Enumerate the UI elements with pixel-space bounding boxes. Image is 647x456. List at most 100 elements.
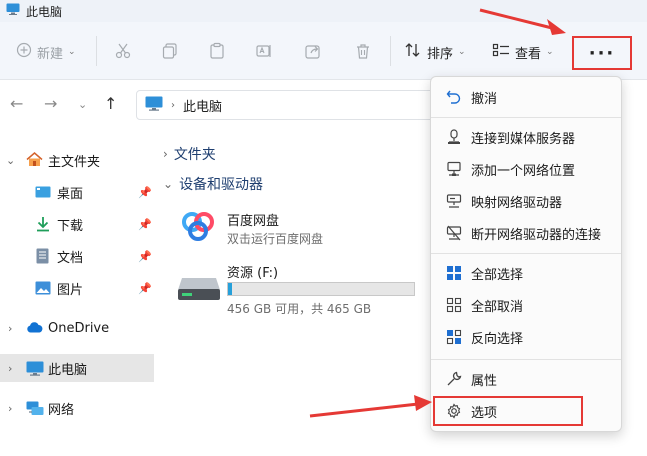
sidebar-item-downloads[interactable]: 下载 📌 [0,210,154,238]
computer-icon [26,361,44,380]
menu-separator [431,359,621,360]
computer-icon [6,3,20,19]
sidebar-item-desktop[interactable]: 桌面 📌 [0,178,154,206]
sidebar-item-onedrive[interactable]: › OneDrive [0,314,154,342]
menu-item-map-network-drive[interactable]: 映射网络驱动器 [435,186,619,216]
network-icon [26,401,44,420]
media-server-icon [445,128,463,146]
delete-button[interactable] [354,42,372,64]
drive-usage-fill [228,283,232,295]
command-bar: 新建 ⌄ 排序 ⌄ 查看 ⌄ ··· [0,22,647,80]
section-label: 设备和驱动器 [179,177,264,193]
sidebar-item-this-pc[interactable]: › 此电脑 [0,354,154,382]
rename-button[interactable] [255,42,273,64]
recent-locations-chevron-icon[interactable]: ⌄ [78,98,87,111]
sidebar-item-label: 主文件夹 [48,154,101,170]
sidebar-item-home[interactable]: ⌄ 主文件夹 [0,146,154,174]
menu-item-select-all[interactable]: 全部选择 [435,258,619,288]
menu-item-label: 映射网络驱动器 [471,195,563,211]
view-button-label: 查看 [515,46,542,62]
menu-item-label: 断开网络驱动器的连接 [471,227,602,243]
baidu-netdisk-icon [175,204,221,252]
sort-button[interactable]: 排序 ⌄ [404,42,466,62]
pin-icon[interactable]: 📌 [138,282,152,295]
sidebar-item-network[interactable]: › 网络 [0,394,154,422]
drive-name: 百度网盘 [227,214,280,229]
sidebar-item-label: 图片 [57,282,84,298]
sort-button-label: 排序 [427,46,454,62]
sidebar-item-documents[interactable]: 文档 📌 [0,242,154,270]
title-bar: 此电脑 [0,0,647,22]
menu-item-label: 添加一个网络位置 [471,163,576,179]
chevron-right-icon[interactable]: › [163,147,168,161]
menu-separator [431,117,621,118]
copy-button[interactable] [161,42,179,64]
chevron-down-icon[interactable]: ⌄ [6,154,15,167]
chevron-down-icon: ⌄ [546,47,554,57]
pin-icon[interactable]: 📌 [138,218,152,231]
sort-icon [404,42,422,62]
cloud-icon [26,322,44,337]
up-arrow-icon[interactable]: ↑ [104,94,117,113]
menu-item-options[interactable]: 选项 [433,396,583,426]
disconnect-drive-icon [445,224,463,242]
wrench-icon [445,370,463,388]
menu-item-label: 连接到媒体服务器 [471,131,576,147]
chevron-down-icon: ⌄ [458,47,466,57]
new-button-label: 新建 [37,46,64,62]
paste-button[interactable] [208,42,226,64]
sidebar-item-label: OneDrive [48,320,110,336]
share-button[interactable] [304,42,322,64]
pin-icon[interactable]: 📌 [138,250,152,263]
drive-space-text: 456 GB 可用，共 465 GB [227,302,372,316]
chevron-down-icon[interactable]: ⌄ [163,177,173,191]
rename-icon [255,42,273,64]
sidebar-item-pictures[interactable]: 图片 📌 [0,274,154,302]
desktop-icon [35,186,51,202]
sidebar-item-label: 此电脑 [48,362,88,378]
address-path: 此电脑 [183,99,223,115]
network-location-icon [445,160,463,178]
chevron-right-icon[interactable]: › [8,362,12,375]
see-more-button[interactable]: ··· [572,36,632,70]
new-button[interactable]: 新建 ⌄ [16,42,76,62]
back-arrow-icon[interactable]: ← [10,94,23,113]
menu-item-select-none[interactable]: 全部取消 [435,290,619,320]
menu-item-label: 全部选择 [471,267,524,283]
view-list-icon [492,42,510,62]
breadcrumb-chevron-icon: › [171,99,175,111]
select-all-icon [445,264,463,282]
computer-icon [145,96,163,115]
menu-item-connect-media-server[interactable]: 连接到媒体服务器 [435,122,619,152]
menu-item-label: 撤消 [471,91,498,107]
view-button[interactable]: 查看 ⌄ [492,42,554,62]
home-icon [26,152,43,171]
drive-baidu-netdisk[interactable]: 百度网盘 双击运行百度网盘 [175,204,415,252]
pin-icon[interactable]: 📌 [138,186,152,199]
chevron-down-icon: ⌄ [68,47,76,57]
chevron-right-icon[interactable]: › [8,402,12,415]
cut-button[interactable] [114,42,132,64]
document-icon [36,248,49,268]
drive-usage-bar [227,282,415,296]
address-bar[interactable]: › 此电脑 [136,90,436,120]
toolbar-divider [390,36,391,66]
menu-item-label: 全部取消 [471,299,524,315]
trash-icon [354,42,372,64]
chevron-right-icon[interactable]: › [8,322,12,335]
menu-item-undo[interactable]: 撤消 [435,82,619,112]
menu-item-invert-selection[interactable]: 反向选择 [435,322,619,352]
menu-item-disconnect-network-drive[interactable]: 断开网络驱动器的连接 [435,218,619,248]
menu-item-add-network-location[interactable]: 添加一个网络位置 [435,154,619,184]
section-header-folders[interactable]: › 文件夹 [163,144,216,164]
plus-circle-icon [16,42,32,62]
sidebar-item-label: 桌面 [57,186,84,202]
forward-arrow-icon[interactable]: → [44,94,57,113]
undo-icon [445,88,463,106]
drive-f[interactable]: 资源 (F:) 456 GB 可用，共 465 GB [175,262,435,318]
hard-drive-icon [177,274,221,306]
section-header-devices[interactable]: ⌄ 设备和驱动器 [163,174,263,194]
toolbar-divider [96,36,97,66]
menu-item-properties[interactable]: 属性 [435,364,619,394]
menu-item-label: 反向选择 [471,331,524,347]
